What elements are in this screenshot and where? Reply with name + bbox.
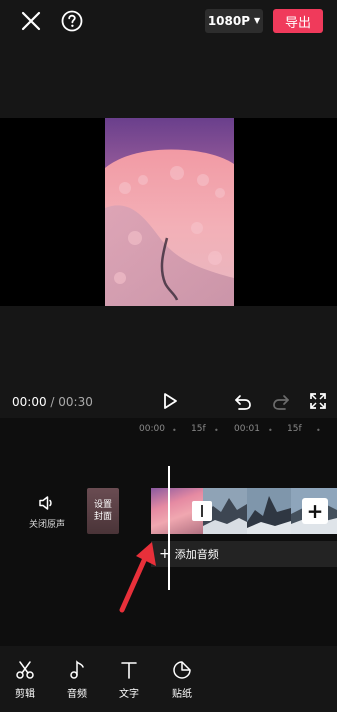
set-cover-button[interactable]: 设置 封面 xyxy=(87,488,119,534)
redo-button[interactable] xyxy=(271,391,291,411)
tool-label: 贴纸 xyxy=(172,689,192,700)
resolution-label: 1080P xyxy=(207,14,251,28)
close-button[interactable] xyxy=(18,8,44,34)
text-icon xyxy=(121,662,137,679)
fullscreen-button[interactable] xyxy=(308,391,328,411)
ruler-dot: • xyxy=(172,426,177,435)
video-frame-image xyxy=(105,118,234,306)
time-display: 00:00 / 00:30 xyxy=(12,394,93,410)
cover-label-line2: 封面 xyxy=(93,512,112,522)
add-audio-label: 添加音频 xyxy=(174,548,219,561)
ruler-label: 00:01 xyxy=(234,424,260,434)
playhead[interactable] xyxy=(168,466,170,590)
add-clip-button[interactable]: + xyxy=(302,498,328,524)
ruler-label: 00:00 xyxy=(139,424,165,434)
tool-sticker[interactable]: 贴纸 xyxy=(165,660,199,704)
resolution-dropdown[interactable]: 1080P ▼ xyxy=(205,9,263,33)
mute-label: 关闭原声 xyxy=(28,520,65,530)
tool-edit[interactable]: 剪辑 xyxy=(8,660,42,704)
tool-label: 文字 xyxy=(119,689,139,700)
speaker-icon xyxy=(39,496,52,510)
dropdown-arrow-icon: ▼ xyxy=(254,16,261,25)
video-clip-frame[interactable] xyxy=(247,488,291,534)
ruler-label: 15f xyxy=(287,424,302,434)
tool-label: 剪辑 xyxy=(15,689,35,700)
tool-text[interactable]: 文字 xyxy=(112,660,146,704)
question-icon xyxy=(61,10,83,32)
time-separator: / xyxy=(46,395,59,409)
help-button[interactable] xyxy=(60,9,84,33)
fullscreen-icon xyxy=(310,393,326,409)
add-audio-button[interactable]: + 添加音频 xyxy=(151,541,337,567)
undo-icon xyxy=(235,395,251,410)
transition-icon xyxy=(201,505,203,517)
undo-button[interactable] xyxy=(233,391,253,411)
play-icon xyxy=(164,393,177,409)
current-time: 00:00 xyxy=(12,395,47,409)
video-preview[interactable] xyxy=(105,118,234,306)
redo-icon xyxy=(273,395,289,410)
ruler-dot: • xyxy=(316,426,321,435)
tool-audio[interactable]: 音频 xyxy=(60,660,94,704)
play-button[interactable] xyxy=(160,391,180,411)
tool-label: 音频 xyxy=(67,689,87,700)
scissors-icon xyxy=(16,661,34,679)
clip-thumbnail xyxy=(247,488,291,534)
ruler-dot: • xyxy=(268,426,273,435)
ruler-dot: • xyxy=(214,426,219,435)
total-time: 00:30 xyxy=(58,395,93,409)
music-note-icon xyxy=(70,660,84,679)
annotation-arrow-icon xyxy=(119,542,156,613)
sticker-icon xyxy=(173,661,191,679)
cover-label-line1: 设置 xyxy=(93,500,112,510)
export-button[interactable]: 导出 xyxy=(273,9,323,33)
mute-original-audio-button[interactable]: 关闭原声 xyxy=(22,494,72,534)
ruler-label: 15f xyxy=(191,424,206,434)
close-icon xyxy=(21,11,41,31)
